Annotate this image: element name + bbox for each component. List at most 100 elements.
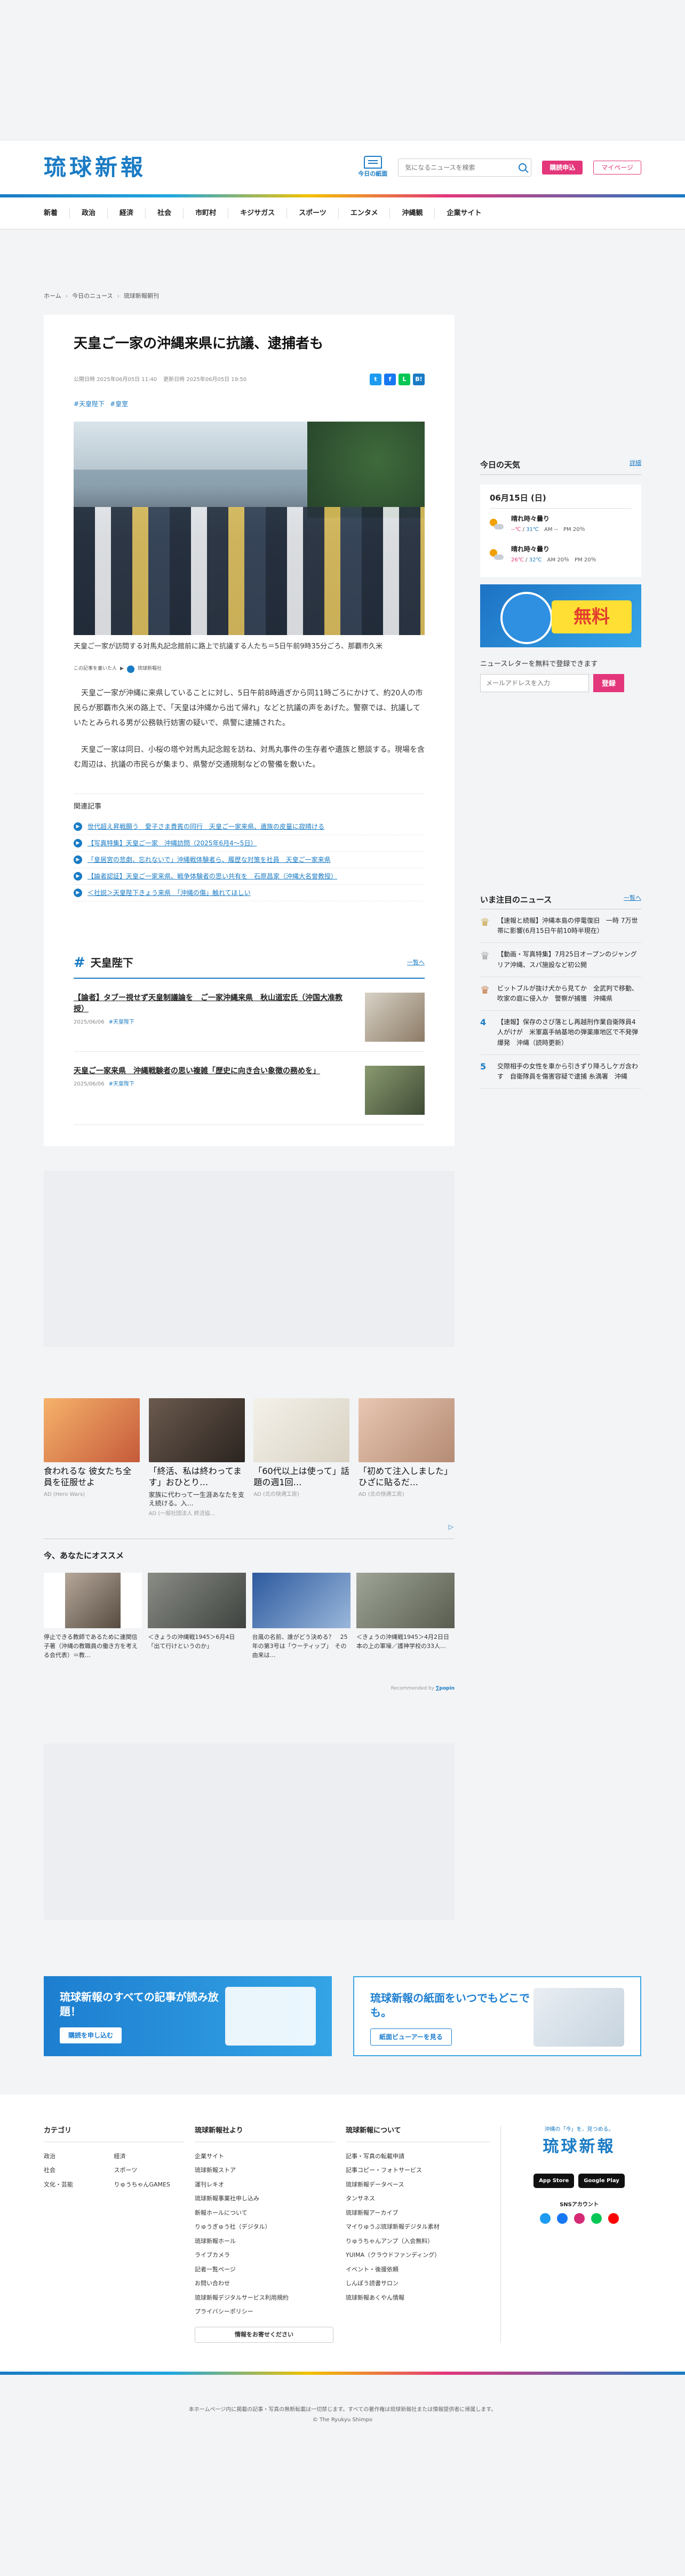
ranking-item[interactable]: 5 交際相手の女性を車から引きずり降ろしケガ含わす 自衛隊員を傷害容疑で逮捕 糸満… — [480, 1055, 641, 1089]
ad-choices-icon[interactable]: ▷ — [449, 1522, 453, 1532]
ad-image[interactable] — [148, 1398, 245, 1462]
footer-link[interactable]: 経済 — [114, 2150, 185, 2164]
search-input[interactable] — [405, 163, 519, 171]
footer-link[interactable]: りゅうちゃんGAMES — [114, 2178, 185, 2192]
free-trial-banner[interactable]: 無料 — [480, 584, 641, 647]
newsletter-email-input[interactable] — [480, 673, 589, 692]
footer-link[interactable]: 記事コピー・フォトサービス — [346, 2163, 490, 2178]
nav-item-okinawa[interactable]: 沖縄観 — [390, 208, 435, 219]
footer-link[interactable]: 琉球新報デジタルサービス利用規約 — [195, 2291, 335, 2305]
footer-link[interactable]: プライバシーポリシー — [195, 2305, 335, 2319]
today-paper-link[interactable]: 今日の紙面 — [358, 156, 387, 179]
nav-item-new[interactable]: 新着 — [44, 208, 70, 219]
tag-section-more-link[interactable]: 一覧へ — [407, 958, 425, 968]
nav-item-politics[interactable]: 政治 — [70, 208, 108, 219]
ad-card[interactable]: 「初めて注入しました」ひざに貼るだ… AD (北の快適工房) — [358, 1398, 455, 1518]
nav-item-sports[interactable]: スポーツ — [287, 208, 339, 219]
search-icon[interactable] — [519, 163, 527, 171]
tag-card-title[interactable]: 天皇ご一家来県 沖縄戦験者の思い複雑「歴史に向き合い象徴の務めを」 — [74, 1066, 351, 1077]
footer-link[interactable]: スポーツ — [114, 2163, 185, 2178]
footer-link[interactable]: 社会 — [44, 2163, 114, 2178]
footer-link[interactable]: 記者一覧ページ — [195, 2263, 335, 2277]
footer-link[interactable]: イベント・後援依頼 — [346, 2263, 490, 2277]
hatena-share-icon[interactable]: B! — [413, 374, 425, 386]
footer-link[interactable]: お問い合わせ — [195, 2277, 335, 2291]
recommend-text[interactable]: 台風の名前、誰がどう決める？ 25年の第3号は「ウーティップ」 その由来は… — [252, 1632, 351, 1660]
recommend-card[interactable]: ＜きょうの沖縄戦1945＞6月4日「出て行けというのか」 — [148, 1572, 246, 1660]
footer-logo[interactable]: 琉球新報 — [543, 2135, 616, 2159]
footer-link[interactable]: 琉球新報アーカイブ — [346, 2206, 490, 2221]
tag-card[interactable]: 天皇ご一家来県 沖縄戦験者の思い複雑「歴史に向き合い象徴の務めを」 2025/0… — [74, 1052, 425, 1125]
facebook-icon[interactable] — [556, 2213, 568, 2224]
related-item[interactable]: ▶ 「皇居宮の悲劇、忘れないで」沖縄戦体験者ら、履歴な対策を社員 天皇ご一家来県 — [74, 852, 425, 868]
popin-logo[interactable]: ∑popin — [436, 1686, 455, 1691]
app-store-button[interactable]: App Store — [533, 2174, 575, 2189]
subscribe-button[interactable]: 購読申込 — [542, 160, 583, 175]
footer-link[interactable]: りゅうぎゅう社（デジタル） — [195, 2220, 335, 2234]
recommend-text[interactable]: 停止できる教師であるために連関信子著（沖縄の教職員の働き方を考える会代表）＝教… — [44, 1632, 142, 1660]
send-info-button[interactable]: 情報をお寄せください — [195, 2326, 333, 2343]
recommend-image[interactable] — [44, 1572, 142, 1628]
tag-card-thumbnail[interactable] — [365, 992, 425, 1042]
recommend-text[interactable]: ＜きょうの沖縄戦1945＞6月4日「出て行けというのか」 — [148, 1632, 246, 1651]
tag-card-tag[interactable]: #天皇陛下 — [109, 1019, 134, 1025]
footer-link[interactable]: YUIMA（クラウドファンディング） — [346, 2248, 490, 2263]
ranking-item[interactable]: ♛ 【動画・写真特集】7月25日オープンのジャングリア沖縄、スパ施設など初公開 — [480, 943, 641, 977]
tag-card-title[interactable]: 【論者】タブー視せず天皇制議論を ご一家沖縄来県 秋山道宏氏（沖国大准教授） — [74, 993, 351, 1015]
nav-item-kijisagasu[interactable]: キジサガス — [228, 208, 288, 219]
ranking-more-link[interactable]: 一覧へ — [624, 894, 641, 906]
youtube-icon[interactable] — [608, 2213, 619, 2224]
ad-card[interactable]: 「60代以上は使って」話題の週1回… AD (北の快適工房) — [253, 1398, 350, 1518]
ad-headline[interactable]: 「初めて注入しました」ひざに貼るだ… — [359, 1465, 455, 1488]
footer-link[interactable]: ライブカメラ — [195, 2248, 335, 2263]
footer-link[interactable]: 新報ホールについて — [195, 2206, 335, 2221]
footer-link[interactable]: 運刊レキオ — [195, 2178, 335, 2192]
recommend-image[interactable] — [252, 1572, 351, 1628]
recommend-card[interactable]: 台風の名前、誰がどう決める？ 25年の第3号は「ウーティップ」 その由来は… — [252, 1572, 351, 1660]
viewer-promo-button[interactable]: 紙面ビューアーを見る — [370, 2028, 452, 2046]
nav-item-society[interactable]: 社会 — [146, 208, 184, 219]
ad-headline[interactable]: 食われるな 彼女たち全員を征服せよ — [44, 1465, 140, 1488]
tag-link[interactable]: #天皇陛下 — [74, 399, 105, 409]
instagram-icon[interactable] — [574, 2213, 585, 2224]
recommend-card[interactable]: 停止できる教師であるために連関信子著（沖縄の教職員の働き方を考える会代表）＝教… — [44, 1572, 142, 1660]
ad-card[interactable]: 食われるな 彼女たち全員を征服せよ AD (Hero Wars) — [44, 1398, 140, 1518]
related-item[interactable]: ▶ ＜社説＞天皇陛下きょう来県 「沖縄の傷」触れてほしい — [74, 885, 425, 901]
nav-item-municipality[interactable]: 市町村 — [184, 208, 229, 219]
breadcrumb-today[interactable]: 今日のニュース — [72, 292, 113, 315]
footer-link[interactable]: マイりゅうぶ琉球新報デジタル素材 — [346, 2220, 490, 2234]
reporter-name[interactable]: 琉球新報社 — [138, 665, 162, 673]
twitter-share-icon[interactable]: t — [370, 374, 381, 386]
footer-link[interactable]: しんぽう読書サロン — [346, 2277, 490, 2291]
ranking-item[interactable]: 4 【速報】保存のさび落とし再越刑作業自衛隊員4人がけが 米軍嘉手納基地の弾薬庫地… — [480, 1011, 641, 1055]
subscribe-promo[interactable]: 琉球新報のすべての記事が読み放題！ 購読を申し込む — [44, 1976, 332, 2057]
ad-headline[interactable]: 「終活、私は終わってます」おひとり… — [149, 1465, 245, 1488]
related-item[interactable]: ▶ 世代超え昇戦願う 愛子さま貴賓の同行 天皇ご一家来県、遺族の皮量に寂晴ける — [74, 819, 425, 835]
ad-image[interactable] — [44, 1398, 140, 1462]
breadcrumb-home[interactable]: ホーム — [44, 292, 61, 315]
recommend-text[interactable]: ＜きょうの沖縄戦1945＞4月2日日 本の上の軍壕／護神学校の33人… — [356, 1632, 455, 1651]
twitter-icon[interactable] — [539, 2213, 551, 2224]
mypage-button[interactable]: マイページ — [593, 160, 641, 175]
recommend-card[interactable]: ＜きょうの沖縄戦1945＞4月2日日 本の上の軍壕／護神学校の33人… — [356, 1572, 455, 1660]
nav-item-entertainment[interactable]: エンタメ — [339, 208, 391, 219]
facebook-share-icon[interactable]: f — [384, 374, 396, 386]
related-item[interactable]: ▶ 【写真特集】天皇ご一家 沖縄訪問（2025年6月4〜5日） — [74, 835, 425, 852]
footer-link[interactable]: 文化・芸能 — [44, 2178, 114, 2192]
recommend-image[interactable] — [356, 1572, 455, 1628]
viewer-promo[interactable]: 琉球新報の紙面をいつでもどこでも。 紙面ビューアーを見る — [353, 1976, 641, 2057]
footer-link[interactable]: 企業サイト — [195, 2150, 335, 2164]
ad-image[interactable] — [253, 1398, 350, 1462]
line-share-icon[interactable]: L — [399, 374, 410, 386]
recommend-image[interactable] — [148, 1572, 246, 1628]
nav-item-corporate[interactable]: 企業サイト — [435, 208, 493, 219]
site-logo[interactable]: 琉球新報 — [44, 150, 146, 184]
footer-link[interactable]: 政治 — [44, 2150, 114, 2164]
ad-card[interactable]: 「終活、私は終わってます」おひとり… 家族に代わって一生涯あなたを支え続ける。入… — [148, 1398, 245, 1518]
footer-link[interactable]: タンサネス — [346, 2192, 490, 2206]
footer-link[interactable]: 記事・写真の転載申請 — [346, 2150, 490, 2164]
tag-card[interactable]: 【論者】タブー視せず天皇制議論を ご一家沖縄来県 秋山道宏氏（沖国大准教授） 2… — [74, 979, 425, 1052]
footer-link[interactable]: 琉球新報データベース — [346, 2178, 490, 2192]
nav-item-economy[interactable]: 経済 — [108, 208, 146, 219]
tag-card-tag[interactable]: #天皇陛下 — [109, 1081, 134, 1087]
